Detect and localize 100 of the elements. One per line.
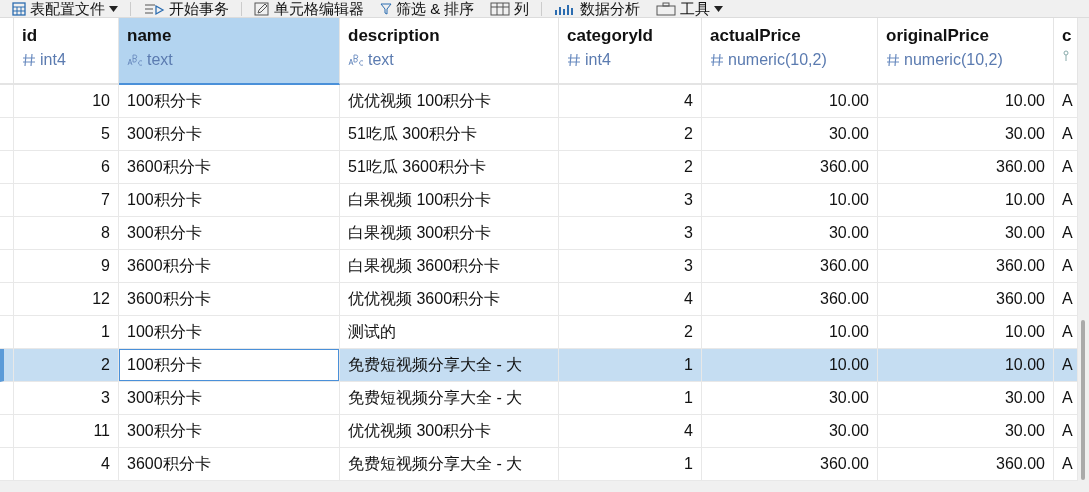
- table-cell: A: [1054, 349, 1078, 382]
- column-header[interactable]: originalPrice numeric(10,2): [878, 18, 1054, 85]
- row-header[interactable]: [0, 382, 14, 415]
- table-cell: 3: [559, 217, 702, 250]
- cell-editor-field[interactable]: 100积分卡: [119, 349, 339, 381]
- table-cell: 360.00: [878, 283, 1054, 316]
- row-header[interactable]: [0, 85, 14, 118]
- table-cell: 4: [559, 415, 702, 448]
- table-cell: 300积分卡: [119, 118, 340, 151]
- table-cell: 10.00: [878, 85, 1054, 118]
- table-cell: 优优视频 100积分卡: [340, 85, 559, 118]
- table-cell: 30.00: [878, 217, 1054, 250]
- table-cell: 360.00: [878, 250, 1054, 283]
- toolbar-button[interactable]: 开始事务: [135, 0, 237, 18]
- table-cell: 免费短视频分享大全 - 大: [340, 448, 559, 481]
- table-cell: 12: [14, 283, 119, 316]
- table-cell: 4: [14, 448, 119, 481]
- columns-icon: [490, 1, 511, 16]
- play-icon: [143, 1, 165, 16]
- table-cell: 10.00: [878, 316, 1054, 349]
- toolbar-button[interactable]: 列: [482, 0, 538, 18]
- toolbar-button[interactable]: 表配置文件: [4, 0, 126, 18]
- row-header[interactable]: [0, 316, 14, 349]
- table-cell: A: [1054, 415, 1078, 448]
- table-cell: 10.00: [702, 349, 878, 382]
- table-cell: 1: [559, 382, 702, 415]
- table-cell: 白果视频 100积分卡: [340, 184, 559, 217]
- table-cell: 9: [14, 250, 119, 283]
- number-type-icon: [22, 53, 36, 67]
- table-cell: 1: [14, 316, 119, 349]
- table-cell: A: [1054, 250, 1078, 283]
- table-cell: 10.00: [702, 85, 878, 118]
- table-cell: A: [1054, 184, 1078, 217]
- table-cell: A: [1054, 382, 1078, 415]
- column-header[interactable]: c: [1054, 18, 1078, 85]
- toolbar-button[interactable]: 单元格编辑器: [246, 0, 372, 18]
- pencil-icon: [254, 1, 270, 16]
- number-type-icon: [886, 53, 900, 67]
- table-cell: A: [1054, 217, 1078, 250]
- table-cell: 360.00: [878, 448, 1054, 481]
- table-cell: 4: [559, 85, 702, 118]
- toolbar-button[interactable]: 工具: [648, 0, 732, 18]
- table-cell: A: [1054, 151, 1078, 184]
- table-cell: 300积分卡: [119, 217, 340, 250]
- table-cell: A: [1054, 118, 1078, 151]
- row-header[interactable]: [0, 349, 14, 382]
- column-header[interactable]: description text: [340, 18, 559, 85]
- table-cell: 360.00: [702, 250, 878, 283]
- table-cell: 300积分卡: [119, 415, 340, 448]
- table-cell: 3: [14, 382, 119, 415]
- caret-icon: [714, 5, 724, 12]
- table-cell: 3: [559, 184, 702, 217]
- table-cell: A: [1054, 448, 1078, 481]
- table-cell: A: [1054, 316, 1078, 349]
- table-cell: 10.00: [702, 184, 878, 217]
- number-type-icon: [567, 53, 581, 67]
- table-cell: 3: [559, 250, 702, 283]
- table-cell: 360.00: [702, 283, 878, 316]
- text-type-icon: [127, 54, 143, 66]
- table-cell: 白果视频 3600积分卡: [340, 250, 559, 283]
- table-cell: 7: [14, 184, 119, 217]
- table-cell: 10: [14, 85, 119, 118]
- table-cell: 10.00: [702, 316, 878, 349]
- table-cell: 11: [14, 415, 119, 448]
- table-cell: 3600积分卡: [119, 250, 340, 283]
- table-cell: 白果视频 300积分卡: [340, 217, 559, 250]
- table-cell: 1: [559, 349, 702, 382]
- toolbar-button[interactable]: 筛选 & 排序: [372, 0, 483, 18]
- table-cell: 3600积分卡: [119, 283, 340, 316]
- table-cell: 4: [559, 283, 702, 316]
- table-cell: 免费短视频分享大全 - 大: [340, 382, 559, 415]
- table-cell: 优优视频 3600积分卡: [340, 283, 559, 316]
- table-cell: 100积分卡: [119, 184, 340, 217]
- column-header[interactable]: name text: [119, 18, 340, 85]
- table-cell: A: [1054, 85, 1078, 118]
- table-cell: 360.00: [878, 151, 1054, 184]
- table-cell: 30.00: [702, 415, 878, 448]
- table-cell: 2: [14, 349, 119, 382]
- filter-icon: [380, 1, 392, 16]
- column-header[interactable]: actualPrice numeric(10,2): [702, 18, 878, 85]
- text-type-icon: [348, 54, 364, 66]
- column-header[interactable]: categoryId int4: [559, 18, 702, 85]
- table-cell: 360.00: [702, 448, 878, 481]
- table-cell: 51吃瓜 3600积分卡: [340, 151, 559, 184]
- table-cell: 51吃瓜 300积分卡: [340, 118, 559, 151]
- table-cell: 30.00: [702, 382, 878, 415]
- table-cell: 6: [14, 151, 119, 184]
- scrollbar-thumb[interactable]: [1081, 320, 1085, 480]
- table-cell: 3600积分卡: [119, 448, 340, 481]
- table-cell: 免费短视频分享大全 - 大: [340, 349, 559, 382]
- toolbar-button[interactable]: 数据分析: [546, 0, 649, 18]
- table-cell: 30.00: [878, 415, 1054, 448]
- table-cell: 8: [14, 217, 119, 250]
- table-cell: 10.00: [878, 184, 1054, 217]
- number-type-icon: [710, 53, 724, 67]
- table-cell: 5: [14, 118, 119, 151]
- column-header[interactable]: id int4: [14, 18, 119, 85]
- caret-icon: [109, 5, 118, 12]
- table-cell: 30.00: [702, 118, 878, 151]
- table-cell: 30.00: [878, 118, 1054, 151]
